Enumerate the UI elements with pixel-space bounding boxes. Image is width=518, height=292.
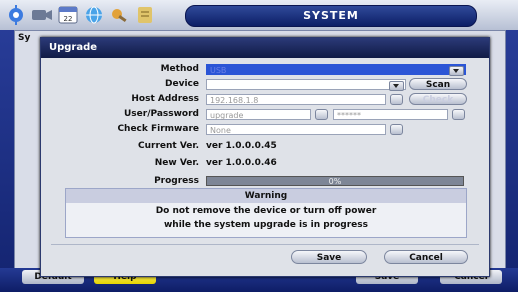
current-version-label: Current Ver.: [138, 141, 199, 151]
method-select[interactable]: USB: [206, 64, 466, 76]
warning-line-1: Do not remove the device or turn off pow…: [155, 206, 377, 216]
camera-icon[interactable]: [30, 4, 54, 26]
host-address-input[interactable]: 192.168.1.8: [206, 94, 386, 105]
progress-label: Progress: [154, 176, 199, 186]
dialog-title: Upgrade: [41, 38, 489, 58]
save-button[interactable]: Save: [291, 250, 367, 264]
progress-percent: 0%: [328, 177, 342, 186]
top-toolbar: 22 SYSTEM: [0, 0, 518, 30]
method-dropdown-arrow-icon[interactable]: [449, 66, 464, 76]
current-version-value: ver 1.0.0.0.45: [206, 141, 277, 151]
host-address-label: Host Address: [131, 94, 199, 104]
svg-text:22: 22: [64, 15, 73, 23]
upgrade-dialog: Upgrade Method USB Device Scan Host Addr…: [40, 37, 490, 277]
system-title: SYSTEM: [185, 5, 477, 27]
check-firmware-label: Check Firmware: [117, 124, 199, 134]
device-select[interactable]: [206, 79, 406, 91]
user-input[interactable]: upgrade: [206, 109, 311, 120]
cancel-button[interactable]: Cancel: [384, 250, 468, 264]
tools-icon[interactable]: [108, 4, 132, 26]
system-settings-icon[interactable]: [4, 4, 28, 26]
warning-box: Warning Do not remove the device or turn…: [65, 188, 467, 238]
dialog-separator: [51, 244, 479, 245]
password-keyboard-icon[interactable]: [452, 109, 465, 120]
network-globe-icon[interactable]: [82, 4, 106, 26]
new-version-label: New Ver.: [154, 158, 199, 168]
device-dropdown-arrow-icon[interactable]: [389, 81, 404, 91]
new-version-value: ver 1.0.0.0.46: [206, 158, 277, 168]
warning-line-2: while the system upgrade is in progress: [163, 220, 369, 230]
calendar-icon[interactable]: 22: [56, 4, 80, 26]
system-window-label: Sy: [18, 33, 31, 43]
device-label: Device: [165, 79, 199, 89]
progress-bar: 0%: [206, 176, 464, 186]
host-address-keyboard-icon[interactable]: [390, 94, 403, 105]
user-keyboard-icon[interactable]: [315, 109, 328, 120]
check-firmware-browse-icon[interactable]: [390, 124, 403, 135]
method-label: Method: [160, 64, 199, 74]
password-input[interactable]: ******: [333, 109, 448, 120]
method-value: USB: [210, 66, 227, 75]
check-firmware-field[interactable]: None: [206, 124, 386, 135]
user-password-label: User/Password: [123, 109, 199, 119]
check-button[interactable]: Check: [409, 93, 467, 105]
scan-button[interactable]: Scan: [409, 78, 467, 90]
log-book-icon[interactable]: [134, 4, 158, 26]
warning-title: Warning: [66, 189, 466, 203]
